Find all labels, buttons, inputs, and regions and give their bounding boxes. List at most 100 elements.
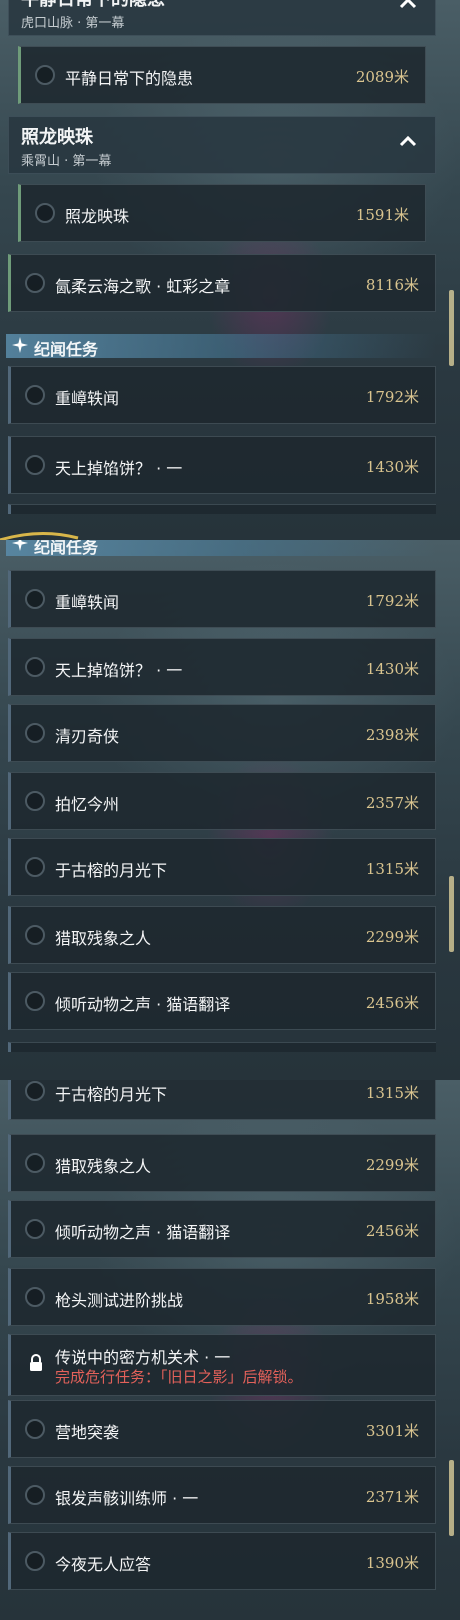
quest-item[interactable]: 倾听动物之声 · 猫语翻译 2456米 (8, 972, 436, 1030)
quest-distance: 2299米 (365, 1156, 419, 1174)
quest-group-header[interactable]: 平静日常下的隐患 虎口山脉 · 第一幕 (8, 0, 436, 36)
status-circle-icon (25, 455, 45, 475)
chevron-up-icon[interactable] (399, 133, 417, 151)
group-subtitle: 乘霄山 · 第一幕 (21, 154, 112, 169)
quest-item[interactable]: 于古榕的月光下 1315米 (8, 838, 436, 896)
quest-name: 倾听动物之声 · 猫语翻译 (55, 995, 231, 1014)
quest-name: 天上掉馅饼？ · 一 (55, 661, 183, 680)
quest-distance: 3301米 (365, 1422, 419, 1440)
quest-item[interactable]: 营地突袭 3301米 (8, 1400, 436, 1458)
quest-distance: 2299米 (365, 928, 419, 946)
quest-list-panel-1[interactable]: 平静日常下的隐患 虎口山脉 · 第一幕 平静日常下的隐患 2089米 照龙映珠 … (0, 0, 460, 540)
quest-name: 于古榕的月光下 (55, 861, 168, 880)
quest-item[interactable]: 氤柔云海之歌 · 虹彩之章 8116米 (8, 254, 436, 312)
quest-item[interactable]: 于古榕的月光下 1315米 (8, 1080, 436, 1120)
quest-distance: 1958米 (365, 1290, 419, 1308)
section-title: 纪闻任务 (34, 340, 99, 359)
quest-group-header[interactable]: 照龙映珠 乘霄山 · 第一幕 (8, 116, 436, 174)
quest-name: 今夜无人应答 (55, 1555, 152, 1574)
quest-name: 猎取残象之人 (55, 1157, 152, 1176)
quest-item[interactable]: 今夜无人应答 1390米 (8, 1532, 436, 1590)
scrollbar-thumb[interactable] (449, 876, 454, 952)
quest-item-partial[interactable] (8, 1042, 436, 1052)
status-circle-icon (25, 657, 45, 677)
quest-name: 猎取残象之人 (55, 929, 152, 948)
status-circle-icon (25, 791, 45, 811)
status-circle-icon (25, 857, 45, 877)
quest-item-partial[interactable] (8, 504, 436, 514)
status-circle-icon (25, 385, 45, 405)
quest-item[interactable]: 平静日常下的隐患 2089米 (18, 46, 426, 104)
status-circle-icon (25, 1153, 45, 1173)
status-circle-icon (25, 723, 45, 743)
quest-name: 照龙映珠 (65, 207, 130, 226)
quest-item[interactable]: 拍忆今州 2357米 (8, 772, 436, 830)
quest-name: 重嶂轶闻 (55, 389, 120, 408)
star-icon (12, 540, 28, 551)
section-header: 纪闻任务 (6, 334, 436, 359)
gold-arc-decoration (0, 531, 79, 540)
quest-distance: 1315米 (365, 1084, 419, 1102)
quest-distance: 1591米 (355, 206, 409, 224)
quest-distance: 2089米 (355, 68, 409, 86)
section-header: 纪闻任务 (6, 540, 436, 557)
scrollbar-thumb[interactable] (449, 290, 454, 366)
locked-quest-item[interactable]: 传说中的密方机关术 · 一 完成危行任务：「旧日之影」后解锁。 (8, 1334, 436, 1396)
scrollbar-thumb[interactable] (449, 1460, 454, 1536)
quest-name: 营地突袭 (55, 1423, 120, 1442)
group-subtitle: 虎口山脉 · 第一幕 (21, 16, 125, 31)
quest-item[interactable]: 清刃奇侠 2398米 (8, 704, 436, 762)
quest-distance: 2456米 (365, 1222, 419, 1240)
quest-distance: 1430米 (365, 660, 419, 678)
quest-item[interactable]: 重嶂轶闻 1792米 (8, 366, 436, 424)
quest-name: 于古榕的月光下 (55, 1085, 168, 1104)
group-title: 平静日常下的隐患 (21, 0, 165, 11)
quest-item[interactable]: 重嶂轶闻 1792米 (8, 570, 436, 628)
quest-distance: 1792米 (365, 592, 419, 610)
quest-distance: 8116米 (365, 276, 419, 294)
quest-name: 倾听动物之声 · 猫语翻译 (55, 1223, 231, 1242)
status-circle-icon (25, 273, 45, 293)
quest-item[interactable]: 银发声骸训练师 · 一 2371米 (8, 1466, 436, 1524)
status-circle-icon (25, 1485, 45, 1505)
quest-item[interactable]: 天上掉馅饼？ · 一 1430米 (8, 638, 436, 696)
star-icon (12, 337, 28, 353)
quest-item[interactable]: 枪头测试进阶挑战 1958米 (8, 1268, 436, 1326)
quest-distance: 2456米 (365, 994, 419, 1012)
quest-name: 枪头测试进阶挑战 (55, 1291, 184, 1310)
quest-list-panel-3[interactable]: 于古榕的月光下 1315米 猎取残象之人 2299米 倾听动物之声 · 猫语翻译… (0, 1080, 460, 1620)
quest-name: 清刃奇侠 (55, 727, 120, 746)
chevron-up-icon[interactable] (399, 0, 417, 13)
quest-name: 平静日常下的隐患 (65, 69, 194, 88)
unlock-requirement: 完成危行任务：「旧日之影」后解锁。 (55, 1368, 303, 1386)
quest-name: 天上掉馅饼？ · 一 (55, 459, 183, 478)
quest-item[interactable]: 猎取残象之人 2299米 (8, 906, 436, 964)
quest-name: 银发声骸训练师 · 一 (55, 1489, 199, 1508)
status-circle-icon (25, 589, 45, 609)
status-circle-icon (25, 1419, 45, 1439)
quest-distance: 2357米 (365, 794, 419, 812)
quest-item[interactable]: 猎取残象之人 2299米 (8, 1134, 436, 1192)
quest-item[interactable]: 天上掉馅饼？ · 一 1430米 (8, 436, 436, 494)
quest-item[interactable]: 照龙映珠 1591米 (18, 184, 426, 242)
quest-name: 传说中的密方机关术 · 一 (55, 1348, 231, 1367)
status-circle-icon (25, 1081, 45, 1101)
quest-distance: 1430米 (365, 458, 419, 476)
section-title: 纪闻任务 (34, 540, 99, 557)
quest-item[interactable]: 倾听动物之声 · 猫语翻译 2456米 (8, 1200, 436, 1258)
status-circle-icon (25, 991, 45, 1011)
quest-name: 重嶂轶闻 (55, 593, 120, 612)
quest-distance: 2398米 (365, 726, 419, 744)
quest-distance: 1792米 (365, 388, 419, 406)
lock-icon (30, 1354, 42, 1371)
quest-distance: 1315米 (365, 860, 419, 878)
quest-name: 氤柔云海之歌 · 虹彩之章 (55, 277, 231, 296)
status-circle-icon (25, 925, 45, 945)
group-title: 照龙映珠 (21, 127, 93, 148)
status-circle-icon (25, 1219, 45, 1239)
status-circle-icon (35, 203, 55, 223)
quest-distance: 1390米 (365, 1554, 419, 1572)
quest-list-panel-2[interactable]: 纪闻任务 重嶂轶闻 1792米 天上掉馅饼？ · 一 1430米 清刃奇侠 23… (0, 540, 460, 1080)
quest-distance: 2371米 (365, 1488, 419, 1506)
status-circle-icon (35, 65, 55, 85)
